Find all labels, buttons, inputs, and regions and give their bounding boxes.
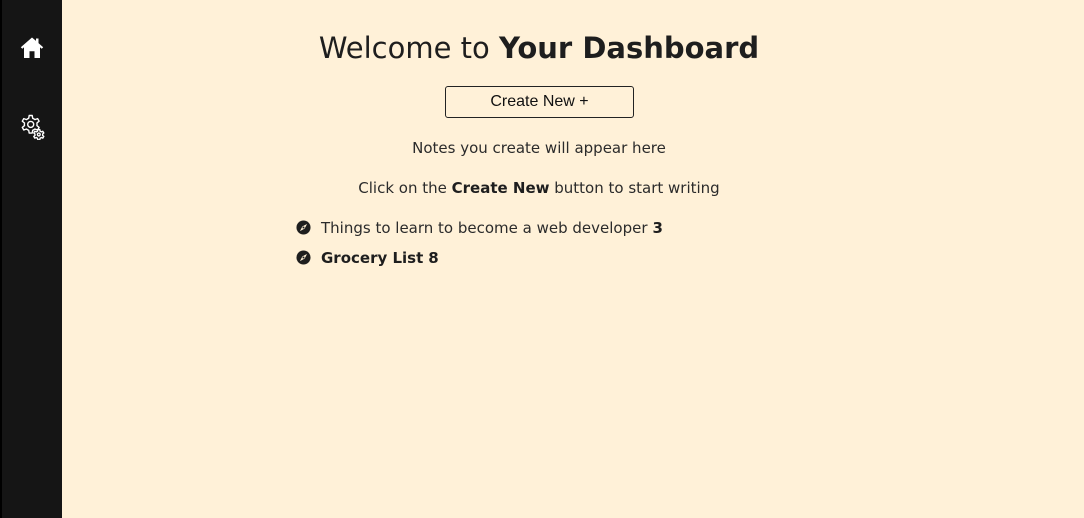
- dashboard-main: Welcome to Your Dashboard Create New + N…: [62, 0, 1084, 518]
- gear-icon: [21, 114, 45, 140]
- hint-suffix: button to start writing: [549, 179, 720, 197]
- note-count: 3: [652, 219, 663, 237]
- empty-state-hint: Click on the Create New button to start …: [62, 178, 1016, 198]
- hint-prefix: Click on the: [358, 179, 452, 197]
- sidebar-item-home[interactable]: [16, 32, 48, 64]
- note-count: 8: [428, 249, 439, 267]
- note-title: Grocery List: [321, 249, 424, 267]
- notes-list: Things to learn to become a web develope…: [296, 218, 663, 278]
- sidebar-item-settings[interactable]: [16, 110, 48, 142]
- compass-icon: [296, 250, 311, 265]
- compass-icon: [296, 220, 311, 235]
- title-prefix: Welcome to: [318, 31, 500, 65]
- title-bold: Your Dashboard: [499, 31, 760, 65]
- note-item[interactable]: Things to learn to become a web develope…: [296, 218, 663, 248]
- hint-create-new: Create New: [451, 179, 550, 197]
- page-title: Welcome to Your Dashboard: [62, 28, 1016, 68]
- app: Welcome to Your Dashboard Create New + N…: [0, 0, 1084, 518]
- note-title: Things to learn to become a web develope…: [321, 219, 648, 237]
- create-new-button[interactable]: Create New +: [445, 86, 634, 118]
- empty-state-message: Notes you create will appear here: [412, 139, 666, 157]
- home-icon: [20, 37, 44, 58]
- sidebar: [0, 0, 62, 518]
- note-item[interactable]: Grocery List 8: [296, 248, 663, 278]
